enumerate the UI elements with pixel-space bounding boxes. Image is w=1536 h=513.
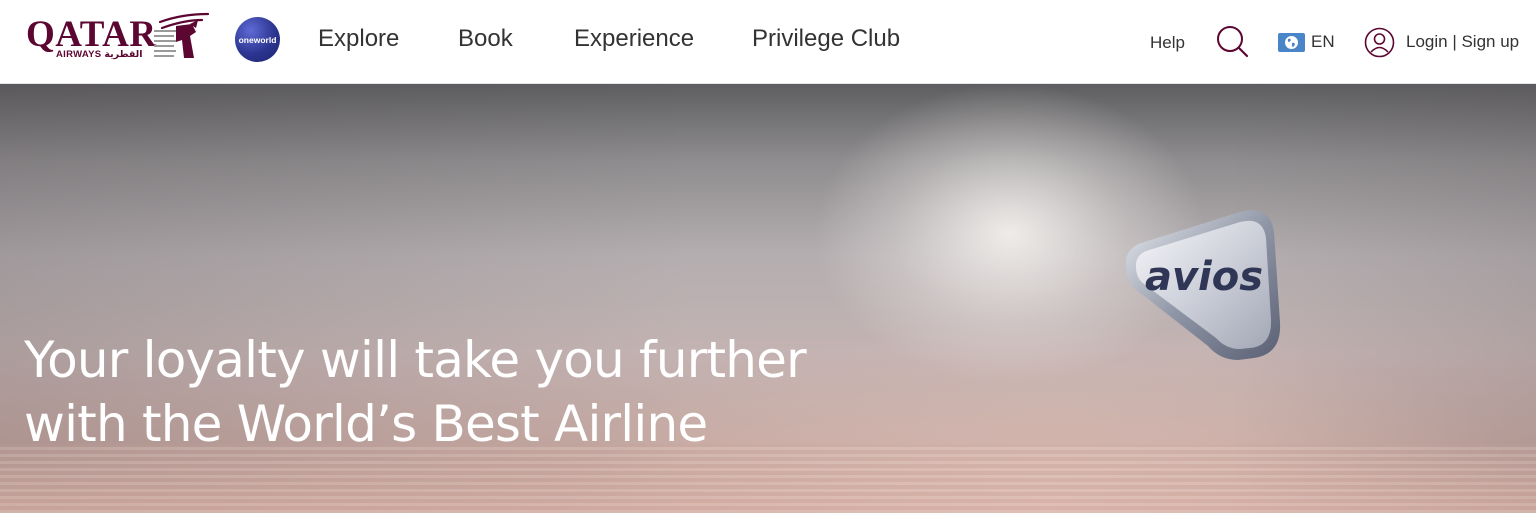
search-button[interactable] [1214,23,1250,59]
hero-headline-line1: Your loyalty will take you further [24,331,807,389]
user-icon [1364,27,1395,57]
hero-headline-line2: with the World’s Best Airline [24,395,708,453]
hero-headline: Your loyalty will take you further with … [24,328,844,456]
logo-wordmark: QATAR [26,14,157,55]
oryx-icon [154,12,210,58]
search-icon [1217,26,1249,58]
oneworld-label: oneworld [238,34,277,45]
globe-flag-icon [1278,32,1305,52]
nav-experience[interactable]: Experience [574,24,694,54]
language-label: EN [1311,32,1335,51]
nav-book[interactable]: Book [458,24,513,54]
help-link[interactable]: Help [1150,31,1185,55]
logo-subtitle: AIRWAYS القطرية [56,49,143,60]
nav-explore[interactable]: Explore [318,24,399,54]
login-signup-link[interactable]: Login | Sign up [1364,26,1519,58]
avios-badge: avios [1125,210,1281,360]
hero-banner: avios Your loyalty will take you further… [0,84,1536,513]
oneworld-logo[interactable]: oneworld [235,17,280,62]
avios-badge-text: avios [1145,254,1263,300]
language-selector[interactable]: EN [1278,30,1335,54]
nav-privilege-club[interactable]: Privilege Club [752,24,900,54]
site-header: QATAR AIRWAYS القطرية oneworld Explore B… [0,0,1536,84]
qatar-airways-logo[interactable]: QATAR AIRWAYS القطرية [26,12,211,64]
login-signup-label: Login | Sign up [1406,32,1520,51]
